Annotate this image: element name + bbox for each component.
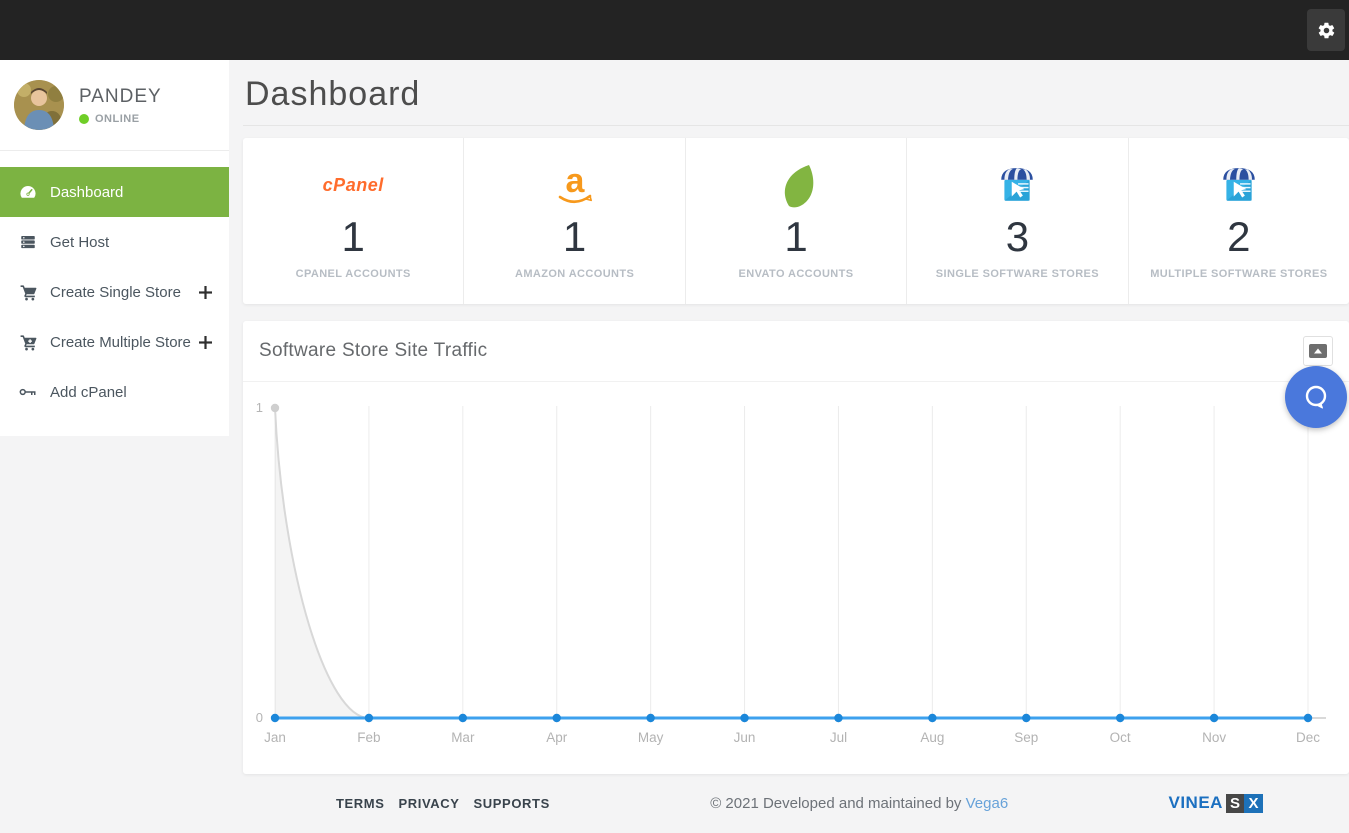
envato-logo-icon <box>777 162 815 210</box>
stat-label: MULTIPLE SOFTWARE STORES <box>1150 268 1327 280</box>
sidebar-nav: Dashboard Get Host Create Single Store <box>0 151 229 417</box>
server-icon <box>16 233 40 251</box>
footer-links: TERMS PRIVACY SUPPORTS <box>336 796 550 811</box>
chat-bubble-icon <box>1301 382 1331 412</box>
traffic-chart-card: Software Store Site Traffic 0 1 Jan Feb Mar A… <box>243 321 1349 774</box>
page-title: Dashboard <box>245 74 1349 114</box>
chat-button[interactable] <box>1285 366 1347 428</box>
stat-amazon-accounts: a 1 AMAZON ACCOUNTS <box>464 138 685 304</box>
svg-text:Jan: Jan <box>264 730 286 745</box>
sidebar-item-label: Add cPanel <box>50 384 127 401</box>
svg-text:Jul: Jul <box>830 730 847 745</box>
svg-text:Nov: Nov <box>1202 730 1226 745</box>
amazon-logo-icon: a <box>552 162 598 210</box>
sidebar-item-label: Dashboard <box>50 184 123 201</box>
main-content: Dashboard cPanel 1 CPANEL ACCOUNTS a 1 A… <box>229 60 1349 774</box>
svg-text:a: a <box>565 162 585 200</box>
online-dot-icon <box>79 114 89 124</box>
chart-image-icon <box>1308 343 1328 359</box>
chart-title: Software Store Site Traffic <box>259 340 487 362</box>
stat-cpanel-accounts: cPanel 1 CPANEL ACCOUNTS <box>243 138 464 304</box>
chart-export-button[interactable] <box>1303 336 1333 366</box>
user-profile: PANDEY ONLINE <box>0 60 229 151</box>
terms-link[interactable]: TERMS <box>336 796 385 811</box>
svg-text:May: May <box>638 730 664 745</box>
vineasx-logo: VINEASX <box>1169 793 1264 813</box>
store-icon <box>996 162 1038 210</box>
stat-value: 1 <box>563 214 586 260</box>
top-navbar <box>0 0 1349 60</box>
online-label: ONLINE <box>95 113 140 125</box>
stat-envato-accounts: 1 ENVATO ACCOUNTS <box>686 138 907 304</box>
stat-multiple-software-stores: 2 MULTIPLE SOFTWARE STORES <box>1129 138 1349 304</box>
svg-text:Dec: Dec <box>1296 730 1320 745</box>
title-divider <box>243 125 1349 126</box>
user-name: PANDEY <box>79 86 162 108</box>
plus-icon[interactable] <box>198 335 213 350</box>
svg-text:Oct: Oct <box>1110 730 1131 745</box>
plus-icon[interactable] <box>198 285 213 300</box>
svg-text:1: 1 <box>256 400 263 415</box>
copyright-text: © 2021 Developed and maintained by Vega6 <box>710 795 1008 812</box>
sidebar: PANDEY ONLINE Dashboard <box>0 60 229 436</box>
cpanel-logo-icon: cPanel <box>323 162 384 210</box>
store-icon <box>1218 162 1260 210</box>
svg-text:Feb: Feb <box>357 730 380 745</box>
user-status: ONLINE <box>79 113 162 125</box>
key-icon <box>16 386 40 398</box>
sidebar-item-label: Create Multiple Store <box>50 334 191 351</box>
sidebar-item-create-single-store[interactable]: Create Single Store <box>0 267 229 317</box>
supports-link[interactable]: SUPPORTS <box>474 796 550 811</box>
svg-text:0: 0 <box>256 710 263 725</box>
svg-text:Sep: Sep <box>1014 730 1038 745</box>
stat-single-software-stores: 3 SINGLE SOFTWARE STORES <box>907 138 1128 304</box>
sidebar-item-add-cpanel[interactable]: Add cPanel <box>0 367 229 417</box>
shopping-cart-icon <box>16 283 40 302</box>
dashboard-gauge-icon <box>16 183 40 201</box>
footer: TERMS PRIVACY SUPPORTS © 2021 Developed … <box>0 774 1349 832</box>
stat-label: SINGLE SOFTWARE STORES <box>936 268 1099 280</box>
shopping-cart-plus-icon <box>16 333 40 352</box>
traffic-chart: 0 1 Jan Feb Mar Apr May Jun Jul Aug Sep Oct Nov Dec <box>243 396 1349 756</box>
svg-text:Mar: Mar <box>451 730 475 745</box>
privacy-link[interactable]: PRIVACY <box>399 796 460 811</box>
stat-label: CPANEL ACCOUNTS <box>296 268 411 280</box>
svg-text:Jun: Jun <box>734 730 756 745</box>
stat-value: 1 <box>784 214 807 260</box>
stat-label: AMAZON ACCOUNTS <box>515 268 634 280</box>
settings-button[interactable] <box>1307 9 1345 51</box>
sidebar-item-get-host[interactable]: Get Host <box>0 217 229 267</box>
sidebar-item-create-multiple-store[interactable]: Create Multiple Store <box>0 317 229 367</box>
svg-text:Aug: Aug <box>920 730 944 745</box>
svg-text:Apr: Apr <box>546 730 568 745</box>
sidebar-item-label: Create Single Store <box>50 284 181 301</box>
sidebar-item-label: Get Host <box>50 234 109 251</box>
stat-label: ENVATO ACCOUNTS <box>739 268 854 280</box>
avatar <box>14 80 64 130</box>
vega6-link[interactable]: Vega6 <box>966 795 1009 812</box>
sidebar-item-dashboard[interactable]: Dashboard <box>0 167 229 217</box>
stat-value: 2 <box>1227 214 1250 260</box>
stat-value: 3 <box>1006 214 1029 260</box>
stats-card: cPanel 1 CPANEL ACCOUNTS a 1 AMAZON ACCO… <box>243 138 1349 304</box>
gear-icon <box>1317 21 1336 40</box>
stat-value: 1 <box>342 214 365 260</box>
